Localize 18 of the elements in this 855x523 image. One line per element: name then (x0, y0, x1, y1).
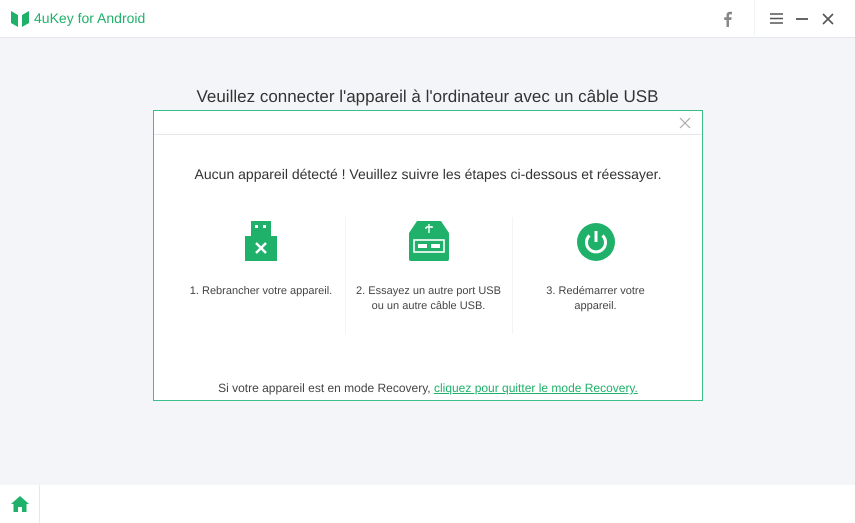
step-text: 2. Essayez un autre port USB ou un autre câble USB. (355, 284, 502, 314)
facebook-icon (722, 10, 732, 26)
power-icon (576, 223, 614, 261)
menu-icon (770, 13, 782, 24)
window-title: 4uKey for Android (34, 9, 146, 28)
instruction-heading: Veuillez connecter l'appareil à l'ordinateur avec un câble USB (196, 86, 658, 108)
step-text: 3. Redémarrer votre appareil. (545, 284, 646, 314)
recovery-note: Si votre appareil est en mode Recovery, (218, 381, 431, 395)
usb-port-icon (408, 221, 448, 261)
minimize-icon (796, 18, 808, 20)
step-text: 1. Rebrancher votre appareil. (188, 284, 334, 299)
dialog-close-button[interactable] (678, 116, 692, 130)
usb-error-icon (245, 221, 277, 261)
dialog-message: Aucun appareil détecté ! Veuillez suivre les étapes ci-dessous et réessayer. (194, 165, 662, 184)
logo-icon (11, 10, 29, 28)
home-button[interactable] (10, 495, 30, 513)
close-icon (822, 12, 834, 24)
recovery-link[interactable]: cliquez pour quitter le mode Recovery. (434, 381, 638, 395)
